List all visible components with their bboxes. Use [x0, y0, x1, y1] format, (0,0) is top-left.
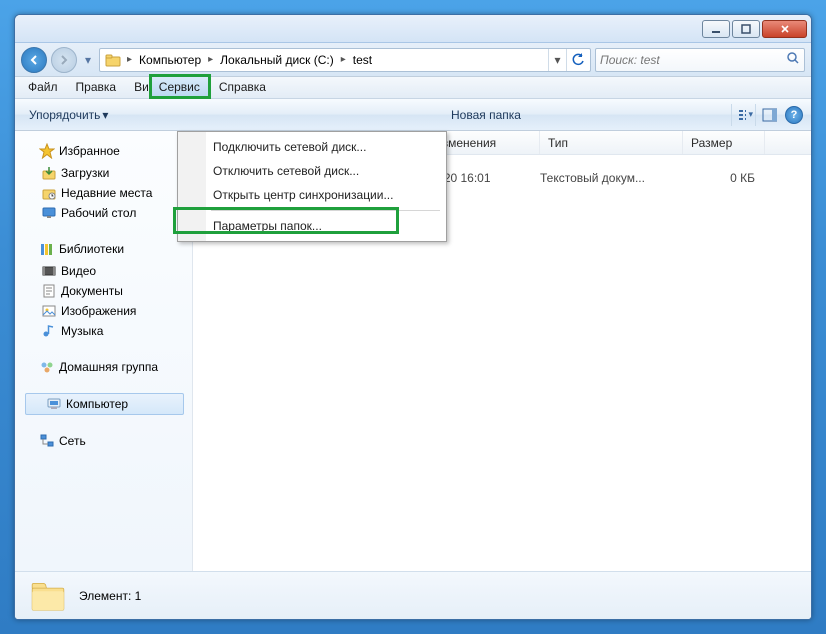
folder-large-icon	[29, 577, 67, 615]
downloads-icon	[41, 165, 57, 181]
breadcrumb-computer[interactable]: Компьютер	[135, 49, 205, 71]
breadcrumb[interactable]: ▸ Компьютер ▸ Локальный диск (C:) ▸ test…	[99, 48, 591, 72]
chevron-right-icon: ▸	[338, 54, 349, 65]
sidebar-documents[interactable]: Документы	[25, 281, 192, 301]
video-icon	[41, 263, 57, 279]
chevron-down-icon: ▾	[748, 109, 753, 120]
breadcrumb-dropdown[interactable]: ▾	[548, 49, 566, 71]
menu-file[interactable]: Файл	[19, 77, 67, 98]
refresh-button[interactable]	[566, 49, 588, 71]
sidebar-recent-places[interactable]: Недавние места	[25, 183, 192, 203]
tools-dropdown-menu: Подключить сетевой диск... Отключить сет…	[177, 131, 447, 242]
file-type-cell: Текстовый докум...	[540, 171, 683, 185]
document-icon	[41, 283, 57, 299]
sidebar-videos[interactable]: Видео	[25, 261, 192, 281]
column-size[interactable]: Размер	[683, 131, 765, 154]
address-bar: ▾ ▸ Компьютер ▸ Локальный диск (C:) ▸ te…	[15, 43, 811, 77]
column-type[interactable]: Тип	[540, 131, 683, 154]
view-options-button[interactable]: ▾	[731, 104, 753, 126]
menu-help[interactable]: Справка	[210, 77, 275, 98]
minimize-button[interactable]	[702, 20, 730, 38]
sidebar-computer[interactable]: Компьютер	[25, 393, 184, 415]
star-icon	[39, 143, 55, 159]
organize-button[interactable]: Упорядочить ▾	[23, 104, 114, 126]
music-icon	[41, 323, 57, 339]
preview-pane-button[interactable]	[755, 104, 777, 126]
explorer-window: ▾ ▸ Компьютер ▸ Локальный диск (C:) ▸ te…	[14, 14, 812, 620]
sidebar-music[interactable]: Музыка	[25, 321, 192, 341]
forward-button[interactable]	[51, 47, 77, 73]
toolbar: Упорядочить ▾ Новая папка ▾ ?	[15, 99, 811, 131]
new-folder-button[interactable]: Новая папка	[445, 104, 527, 126]
menubar: Файл Правка Ви Сервис Справка	[15, 77, 811, 99]
network-icon	[39, 433, 55, 449]
recent-icon	[41, 185, 57, 201]
status-text: Элемент: 1	[79, 589, 141, 603]
nav-history-dropdown[interactable]: ▾	[81, 48, 95, 72]
breadcrumb-drive-c[interactable]: Локальный диск (C:)	[216, 49, 338, 71]
sidebar-pictures[interactable]: Изображения	[25, 301, 192, 321]
menu-disconnect-network-drive[interactable]: Отключить сетевой диск...	[181, 159, 443, 183]
libraries-icon	[39, 241, 55, 257]
search-placeholder: Поиск: test	[600, 53, 660, 67]
details-pane: Элемент: 1	[15, 571, 811, 619]
menu-edit[interactable]: Правка	[67, 77, 126, 98]
menu-separator	[211, 210, 440, 211]
homegroup-icon	[39, 359, 55, 375]
sidebar-desktop[interactable]: Рабочий стол	[25, 203, 192, 223]
search-icon	[786, 51, 800, 68]
folder-icon	[104, 51, 122, 69]
navigation-pane: Избранное Загрузки Недавние места Рабочи…	[15, 131, 193, 571]
sidebar-homegroup[interactable]: Домашняя группа	[25, 355, 192, 379]
maximize-button[interactable]	[732, 20, 760, 38]
search-input[interactable]: Поиск: test	[595, 48, 805, 72]
menu-folder-options[interactable]: Параметры папок...	[181, 214, 443, 238]
body: Подключить сетевой диск... Отключить сет…	[15, 131, 811, 571]
back-button[interactable]	[21, 47, 47, 73]
menu-tools[interactable]: Сервис	[149, 76, 210, 98]
chevron-right-icon: ▸	[205, 54, 216, 65]
titlebar	[15, 15, 811, 43]
close-button[interactable]	[762, 20, 807, 38]
breadcrumb-test[interactable]: test	[349, 49, 376, 71]
menu-open-sync-center[interactable]: Открыть центр синхронизации...	[181, 183, 443, 207]
chevron-right-icon: ▸	[124, 54, 135, 65]
sidebar-libraries[interactable]: Библиотеки	[25, 237, 192, 261]
help-button[interactable]: ?	[785, 106, 803, 124]
sidebar-network[interactable]: Сеть	[25, 429, 192, 453]
menu-view-truncated[interactable]: Ви	[125, 77, 149, 98]
computer-icon	[46, 396, 62, 412]
sidebar-favorites[interactable]: Избранное	[25, 139, 192, 163]
file-size-cell: 0 КБ	[683, 171, 765, 185]
picture-icon	[41, 303, 57, 319]
menu-map-network-drive[interactable]: Подключить сетевой диск...	[181, 135, 443, 159]
desktop-icon	[41, 205, 57, 221]
chevron-down-icon: ▾	[102, 108, 108, 122]
sidebar-downloads[interactable]: Загрузки	[25, 163, 192, 183]
